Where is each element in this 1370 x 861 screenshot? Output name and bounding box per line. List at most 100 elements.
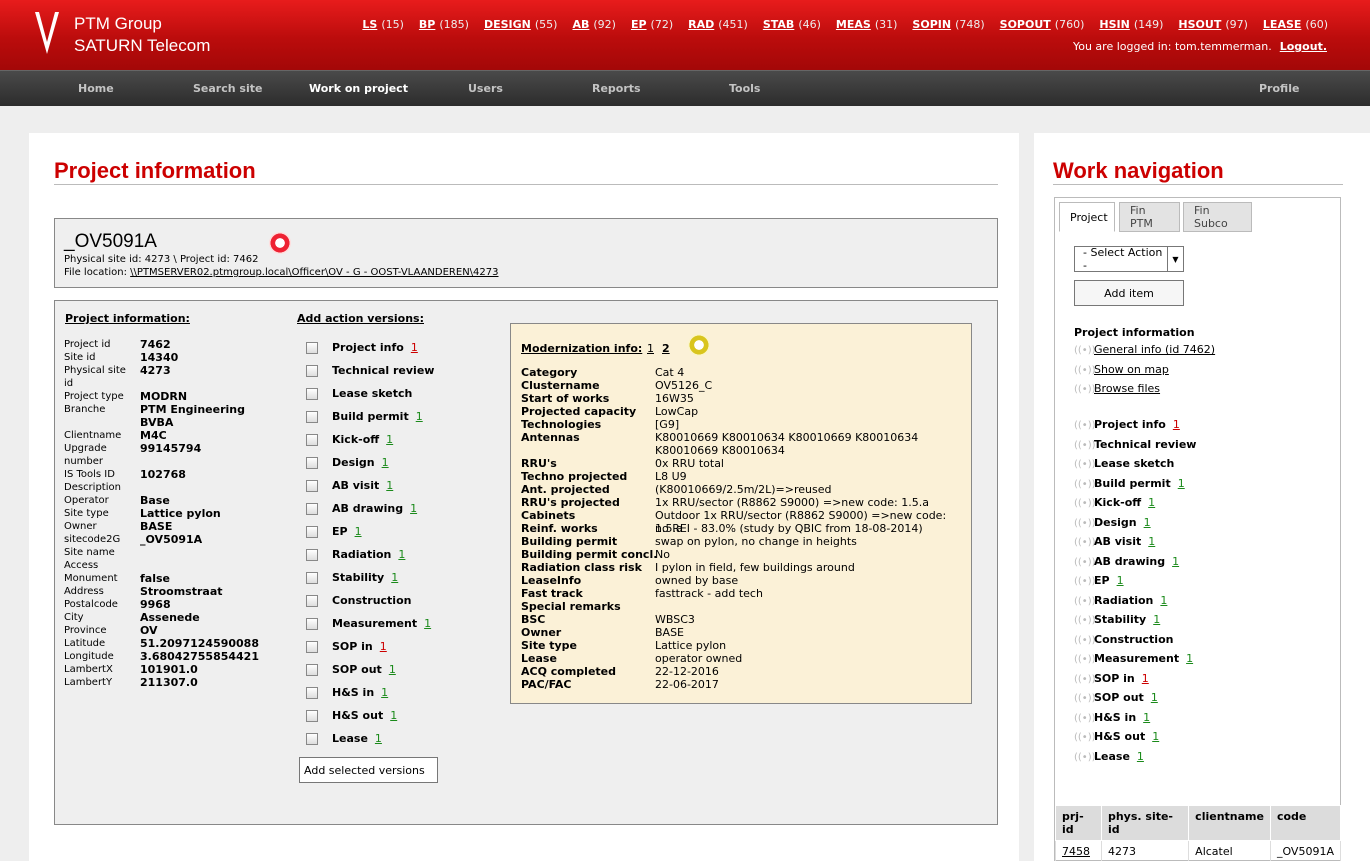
- side-nav-label[interactable]: Technical review: [1094, 438, 1196, 451]
- col-clientname[interactable]: clientname: [1188, 805, 1271, 841]
- side-version-link[interactable]: 1: [1153, 613, 1160, 626]
- action-checkbox[interactable]: [306, 503, 318, 515]
- stat-label[interactable]: MEAS: [836, 18, 871, 31]
- action-version-link[interactable]: 1: [389, 663, 396, 676]
- side-nav-item[interactable]: ((•))Design 1: [1074, 516, 1151, 529]
- stat-sopin[interactable]: SOPIN (748): [912, 18, 984, 31]
- side-nav-item[interactable]: ((•))Radiation 1: [1074, 594, 1167, 607]
- action-version-link[interactable]: 1: [386, 433, 393, 446]
- nav-profile[interactable]: Profile: [1259, 82, 1299, 95]
- action-checkbox[interactable]: [306, 457, 318, 469]
- side-nav-item[interactable]: ((•))Kick-off 1: [1074, 496, 1155, 509]
- stat-label[interactable]: EP: [631, 18, 647, 31]
- stat-label[interactable]: DESIGN: [484, 18, 531, 31]
- stat-ab[interactable]: AB (92): [572, 18, 616, 31]
- side-version-link[interactable]: 1: [1151, 691, 1158, 704]
- nav-home[interactable]: Home: [78, 82, 114, 95]
- stat-meas[interactable]: MEAS (31): [836, 18, 898, 31]
- side-nav-label[interactable]: Design: [1094, 516, 1137, 529]
- col-prj-id[interactable]: prj-id: [1055, 805, 1102, 841]
- side-nav-label[interactable]: Kick-off: [1094, 496, 1141, 509]
- tab-project[interactable]: Project: [1059, 202, 1115, 232]
- stat-sopout[interactable]: SOPOUT (760): [1000, 18, 1085, 31]
- stat-label[interactable]: RAD: [688, 18, 714, 31]
- stat-label[interactable]: LEASE: [1263, 18, 1301, 31]
- file-path-link[interactable]: \\PTMSERVER02.ptmgroup.local\Officer\OV …: [130, 267, 498, 278]
- action-checkbox[interactable]: [306, 388, 318, 400]
- side-link-0[interactable]: ((•))General info (id 7462): [1074, 343, 1215, 356]
- action-version-link[interactable]: 1: [355, 525, 362, 538]
- action-version-link[interactable]: 1: [381, 686, 388, 699]
- side-nav-label[interactable]: H&S out: [1094, 730, 1145, 743]
- side-version-link[interactable]: 1: [1148, 535, 1155, 548]
- side-nav-item[interactable]: ((•))Lease 1: [1074, 750, 1144, 763]
- side-nav-label[interactable]: Lease: [1094, 750, 1130, 763]
- action-checkbox[interactable]: [306, 710, 318, 722]
- side-nav-item[interactable]: ((•))Build permit 1: [1074, 477, 1185, 490]
- nav-reports[interactable]: Reports: [592, 82, 641, 95]
- action-version-link[interactable]: 1: [390, 709, 397, 722]
- stat-label[interactable]: SOPIN: [912, 18, 951, 31]
- side-version-link[interactable]: 1: [1152, 730, 1159, 743]
- action-checkbox[interactable]: [306, 618, 318, 630]
- side-nav-label[interactable]: Stability: [1094, 613, 1146, 626]
- side-link-1[interactable]: ((•))Show on map: [1074, 363, 1169, 376]
- side-version-link[interactable]: 1: [1178, 477, 1185, 490]
- action-checkbox[interactable]: [306, 342, 318, 354]
- side-nav-label[interactable]: Build permit: [1094, 477, 1171, 490]
- side-nav-item[interactable]: ((•))Lease sketch: [1074, 457, 1174, 470]
- side-nav-label[interactable]: Project info: [1094, 418, 1166, 431]
- col-code[interactable]: code: [1269, 805, 1342, 841]
- side-version-link[interactable]: 1: [1137, 750, 1144, 763]
- stat-lease[interactable]: LEASE (60): [1263, 18, 1328, 31]
- nav-users[interactable]: Users: [468, 82, 503, 95]
- stat-label[interactable]: STAB: [763, 18, 794, 31]
- table-row[interactable]: 7458 4273 Alcatel _OV5091A: [1055, 840, 1342, 861]
- action-version-link[interactable]: 1: [382, 456, 389, 469]
- action-checkbox[interactable]: [306, 365, 318, 377]
- side-version-link[interactable]: 1: [1144, 516, 1151, 529]
- side-nav-label[interactable]: Measurement: [1094, 652, 1179, 665]
- stat-label[interactable]: LS: [362, 18, 377, 31]
- action-checkbox[interactable]: [306, 664, 318, 676]
- mod-refresh-icon[interactable]: [688, 334, 710, 356]
- action-version-link[interactable]: 1: [411, 341, 418, 354]
- action-checkbox[interactable]: [306, 480, 318, 492]
- action-checkbox[interactable]: [306, 572, 318, 584]
- select-action-dropdown[interactable]: - Select Action - ▼: [1074, 246, 1184, 272]
- side-link-label[interactable]: General info (id 7462): [1094, 343, 1215, 356]
- action-checkbox[interactable]: [306, 549, 318, 561]
- side-version-link[interactable]: 1: [1148, 496, 1155, 509]
- action-checkbox[interactable]: [306, 733, 318, 745]
- side-nav-label[interactable]: SOP in: [1094, 672, 1135, 685]
- stat-label[interactable]: AB: [572, 18, 589, 31]
- side-version-link[interactable]: 1: [1160, 594, 1167, 607]
- mod-link-2[interactable]: 2: [662, 342, 670, 355]
- action-version-link[interactable]: 1: [398, 548, 405, 561]
- side-version-link[interactable]: 1: [1186, 652, 1193, 665]
- side-nav-item[interactable]: ((•))Measurement 1: [1074, 652, 1193, 665]
- nav-work-on-project[interactable]: Work on project: [309, 82, 408, 95]
- stat-label[interactable]: BP: [419, 18, 435, 31]
- stat-label[interactable]: HSIN: [1099, 18, 1129, 31]
- action-checkbox[interactable]: [306, 434, 318, 446]
- col-phys-site-id[interactable]: phys. site-id: [1100, 805, 1190, 841]
- side-nav-label[interactable]: EP: [1094, 574, 1110, 587]
- action-checkbox[interactable]: [306, 687, 318, 699]
- side-version-link[interactable]: 1: [1173, 418, 1180, 431]
- side-nav-item[interactable]: ((•))H&S out 1: [1074, 730, 1159, 743]
- action-version-link[interactable]: 1: [424, 617, 431, 630]
- logout-link[interactable]: Logout.: [1280, 40, 1327, 53]
- side-nav-item[interactable]: ((•))Project info 1: [1074, 418, 1180, 431]
- side-nav-item[interactable]: ((•))AB visit 1: [1074, 535, 1155, 548]
- add-item-button[interactable]: Add item: [1074, 280, 1184, 306]
- add-selected-versions-button[interactable]: Add selected versions: [299, 757, 438, 783]
- side-nav-item[interactable]: ((•))Stability 1: [1074, 613, 1160, 626]
- side-nav-label[interactable]: AB visit: [1094, 535, 1141, 548]
- action-checkbox[interactable]: [306, 526, 318, 538]
- stat-bp[interactable]: BP (185): [419, 18, 469, 31]
- side-nav-label[interactable]: Lease sketch: [1094, 457, 1174, 470]
- stat-stab[interactable]: STAB (46): [763, 18, 821, 31]
- side-link-2[interactable]: ((•))Browse files: [1074, 382, 1160, 395]
- action-version-link[interactable]: 1: [375, 732, 382, 745]
